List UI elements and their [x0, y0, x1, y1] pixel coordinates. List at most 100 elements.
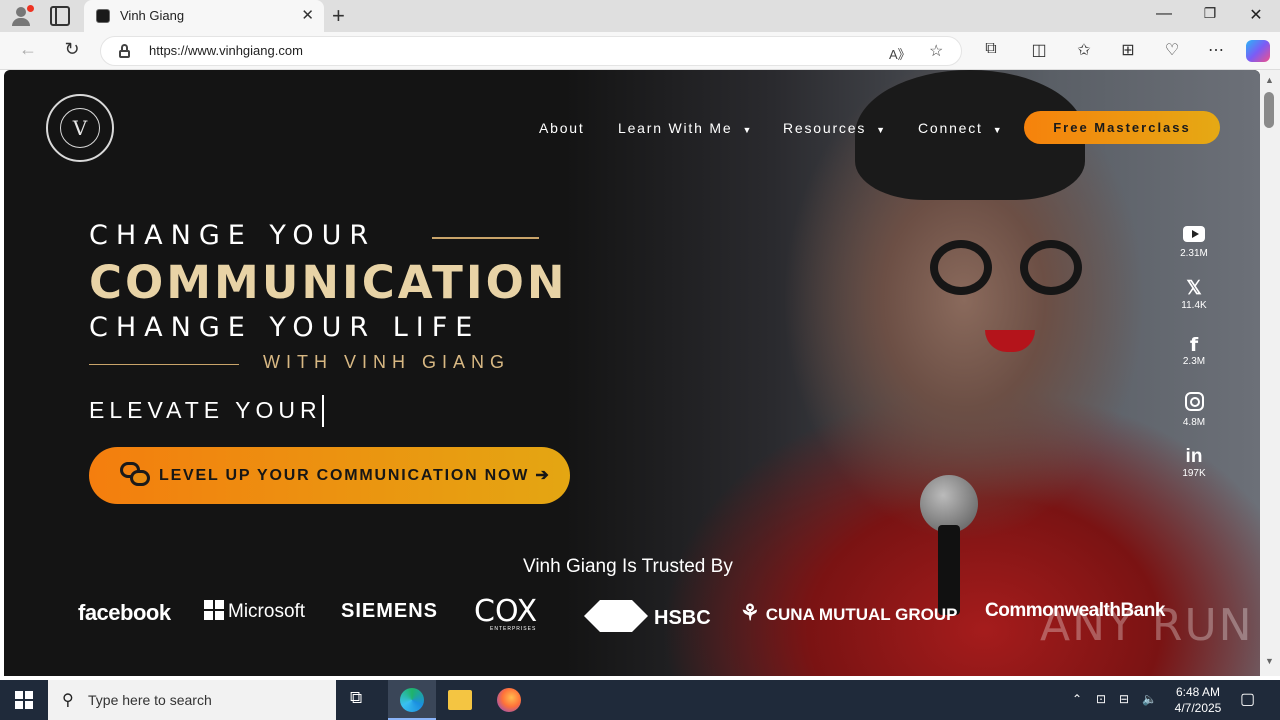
- brand-hsbc: HSBC: [584, 600, 711, 632]
- chevron-down-icon: ▼: [876, 125, 887, 135]
- hero-headline: COMMUNICATION: [89, 256, 568, 309]
- tab-strip: Vinh Giang ✕ + — ❐ ✕: [0, 0, 1280, 32]
- split-screen-icon[interactable]: ◫: [1028, 40, 1050, 60]
- file-explorer-icon[interactable]: [448, 690, 472, 710]
- favorite-star-icon[interactable]: ☆: [929, 41, 943, 61]
- favorites-icon[interactable]: ✩: [1073, 40, 1095, 60]
- nav-about[interactable]: About: [539, 120, 585, 136]
- read-aloud-icon[interactable]: A》: [889, 44, 911, 63]
- page-scrollbar[interactable]: ▲ ▼: [1260, 70, 1280, 676]
- taskbar-search[interactable]: ⚲ Type here to search: [48, 680, 336, 720]
- site-header-and-hero: V About Learn With Me ▼ Resources ▼ Connec…: [4, 70, 1260, 676]
- task-view-icon[interactable]: ⧉: [350, 688, 374, 712]
- cuna-wordmark: CUNA MUTUAL GROUP: [765, 605, 958, 624]
- tab-title: Vinh Giang: [120, 8, 185, 23]
- site-logo[interactable]: V: [46, 94, 114, 162]
- hero-typed-text: ELEVATE YOUR: [89, 397, 322, 423]
- tab-vinh-giang[interactable]: Vinh Giang ✕: [84, 0, 324, 32]
- minimize-button[interactable]: —: [1154, 5, 1174, 23]
- chevron-down-icon: ▼: [992, 125, 1004, 135]
- nav-learn-with-me[interactable]: Learn With Me ▼: [618, 120, 753, 136]
- site-favicon-icon: [96, 9, 110, 23]
- hsbc-wordmark: HSBC: [654, 607, 711, 629]
- level-up-button[interactable]: LEVEL UP YOUR COMMUNICATION NOW ➔: [89, 447, 570, 504]
- notification-icon[interactable]: ▢: [1240, 689, 1255, 709]
- linkedin-icon: in: [1185, 446, 1203, 467]
- trusted-by-heading: Vinh Giang Is Trusted By: [523, 556, 733, 577]
- more-menu-icon[interactable]: ⋯: [1205, 40, 1227, 60]
- tab-actions-icon[interactable]: [50, 6, 70, 26]
- instagram-icon: [1184, 392, 1204, 411]
- nav-resources-label: Resources: [783, 120, 867, 136]
- extensions-icon[interactable]: ⧉: [980, 40, 1002, 58]
- hero-byline: WITH VINH GIANG: [263, 352, 510, 372]
- address-bar[interactable]: https://www.vinhgiang.com A》 ☆: [100, 36, 962, 66]
- instagram-count: 4.8M: [1182, 417, 1206, 428]
- youtube-count: 2.31M: [1180, 248, 1208, 259]
- social-facebook[interactable]: f 2.3M: [1176, 334, 1212, 367]
- clock-time: 6:48 AM: [1175, 685, 1221, 699]
- cuna-logo-icon: ⚘: [740, 600, 760, 625]
- collections-icon[interactable]: ⊞: [1117, 40, 1139, 60]
- edge-icon[interactable]: [400, 688, 424, 712]
- vg-monogram-icon: V: [60, 108, 100, 148]
- social-x[interactable]: 𝕏 11.4K: [1176, 278, 1212, 311]
- scroll-down-icon[interactable]: ▼: [1265, 656, 1274, 666]
- clock-date: 4/7/2025: [1174, 701, 1222, 715]
- restore-button[interactable]: ❐: [1200, 5, 1220, 22]
- profile-icon[interactable]: [8, 4, 34, 28]
- volume-icon[interactable]: 🔈: [1142, 692, 1157, 706]
- scroll-thumb[interactable]: [1264, 92, 1274, 128]
- free-masterclass-button[interactable]: Free Masterclass: [1024, 111, 1220, 144]
- scroll-up-icon[interactable]: ▲: [1265, 75, 1274, 85]
- new-tab-button[interactable]: +: [332, 3, 345, 29]
- social-linkedin[interactable]: in 197K: [1176, 446, 1212, 479]
- nav-resources[interactable]: Resources ▼: [783, 120, 887, 136]
- brand-cuna: ⚘ CUNA MUTUAL GROUP: [740, 600, 957, 626]
- search-placeholder: Type here to search: [88, 692, 212, 708]
- lock-icon[interactable]: [119, 44, 130, 58]
- nav-learn-label: Learn With Me: [618, 120, 733, 136]
- url-text[interactable]: https://www.vinhgiang.com: [149, 43, 303, 58]
- back-arrow-icon[interactable]: ←: [17, 39, 39, 60]
- browser-essentials-icon[interactable]: ♡: [1161, 40, 1183, 60]
- refresh-icon[interactable]: ↻: [61, 39, 83, 60]
- brand-cox-subtitle: ENTERPRISES: [490, 626, 537, 632]
- firefox-icon[interactable]: [497, 688, 521, 712]
- network-icon[interactable]: ⊟: [1119, 692, 1129, 706]
- close-tab-icon[interactable]: ✕: [301, 6, 314, 24]
- youtube-icon: [1183, 226, 1205, 242]
- address-toolbar: ← ↻ https://www.vinhgiang.com A》 ☆ ⧉ ◫ ✩…: [0, 32, 1280, 70]
- facebook-count: 2.3M: [1182, 356, 1206, 367]
- taskbar: ⚲ Type here to search ⧉ ⌃ ⊡ ⊟ 🔈 6:48 AM …: [0, 680, 1280, 720]
- search-icon: ⚲: [62, 692, 74, 709]
- social-instagram[interactable]: 4.8M: [1176, 390, 1212, 428]
- copilot-icon[interactable]: [1246, 40, 1270, 62]
- hero-line-3: CHANGE YOUR LIFE: [89, 312, 481, 343]
- level-up-label: LEVEL UP YOUR COMMUNICATION NOW ➔: [159, 467, 551, 484]
- hero-line-1: CHANGE YOUR: [89, 220, 377, 251]
- nav-connect[interactable]: Connect ▼: [918, 120, 1003, 136]
- brand-microsoft: Microsoft: [204, 600, 305, 623]
- brand-facebook: facebook: [78, 600, 171, 625]
- tray-chevron-icon[interactable]: ⌃: [1072, 692, 1082, 706]
- close-window-button[interactable]: ✕: [1246, 5, 1266, 25]
- microsoft-wordmark: Microsoft: [228, 601, 306, 622]
- social-youtube[interactable]: 2.31M: [1176, 222, 1212, 259]
- hsbc-hexagon-icon: [584, 600, 648, 632]
- hero-divider-1: [432, 237, 539, 239]
- x-icon: 𝕏: [1186, 278, 1202, 299]
- brand-cox: COX: [474, 594, 538, 629]
- linkedin-count: 197K: [1182, 468, 1206, 479]
- nav-connect-label: Connect: [918, 120, 983, 136]
- x-count: 11.4K: [1181, 300, 1207, 311]
- system-clock[interactable]: 6:48 AM 4/7/2025: [1168, 684, 1228, 716]
- chat-bubbles-icon: [120, 462, 150, 488]
- meet-now-icon[interactable]: ⊡: [1096, 692, 1106, 706]
- chevron-down-icon: ▼: [742, 125, 754, 135]
- anyrun-watermark: ANY RUN: [1040, 600, 1254, 651]
- windows-start-icon[interactable]: [15, 691, 33, 709]
- brand-siemens: SIEMENS: [341, 600, 439, 622]
- facebook-icon: f: [1189, 334, 1199, 356]
- hero-divider-2: [89, 364, 239, 365]
